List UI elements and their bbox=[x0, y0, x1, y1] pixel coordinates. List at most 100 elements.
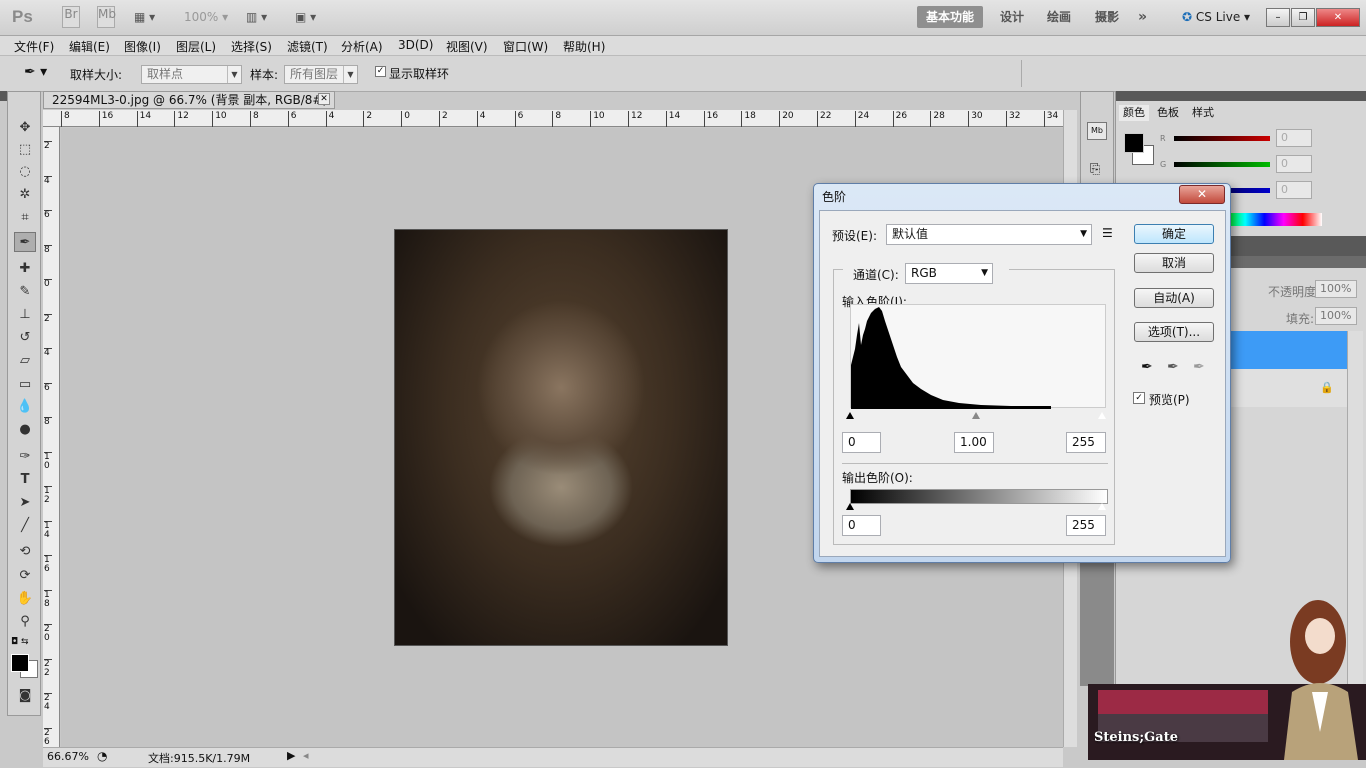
input-white-field[interactable]: 255 bbox=[1066, 432, 1106, 453]
layer-row-selected[interactable] bbox=[1231, 331, 1347, 369]
gradient-tool-icon[interactable]: ▭ bbox=[14, 375, 36, 395]
red-value-field[interactable]: 0 bbox=[1276, 129, 1312, 147]
tab-swatches[interactable]: 色板 bbox=[1153, 105, 1183, 121]
input-white-slider[interactable] bbox=[1098, 412, 1106, 419]
blue-value-field[interactable]: 0 bbox=[1276, 181, 1312, 199]
color-spectrum-bar[interactable] bbox=[1226, 213, 1322, 226]
view-extras-dropdown[interactable]: ▦ ▾ bbox=[134, 6, 155, 28]
green-value-field[interactable]: 0 bbox=[1276, 155, 1312, 173]
mini-bridge-button[interactable]: Mb bbox=[97, 6, 116, 28]
3d-rotate-tool-icon[interactable]: ⟲ bbox=[14, 542, 36, 562]
eyedropper-preset-icon[interactable]: ✒ ▾ bbox=[24, 64, 47, 80]
workspace-photography[interactable]: 摄影 bbox=[1095, 6, 1119, 28]
lasso-tool-icon[interactable]: ◌ bbox=[14, 162, 36, 182]
input-gamma-slider[interactable] bbox=[972, 412, 980, 419]
line-tool-icon[interactable]: ╱ bbox=[14, 516, 36, 536]
scroll-left-icon[interactable]: ◂ bbox=[303, 749, 309, 762]
document-tab[interactable]: 22594ML3-0.jpg @ 66.7% (背景 副本, RGB/8#) *… bbox=[43, 91, 335, 123]
pen-tool-icon[interactable]: ✑ bbox=[14, 447, 36, 467]
preset-options-icon[interactable]: ☰ bbox=[1102, 226, 1113, 240]
bridge-button[interactable]: Br bbox=[62, 6, 80, 28]
workspace-design[interactable]: 设计 bbox=[1000, 6, 1024, 28]
menu-edit[interactable]: 编辑(E) bbox=[69, 38, 110, 55]
output-white-field[interactable]: 255 bbox=[1066, 515, 1106, 536]
input-gamma-field[interactable]: 1.00 bbox=[954, 432, 994, 453]
close-document-icon[interactable]: ✕ bbox=[318, 93, 330, 105]
default-colors-icon[interactable]: ◘ ⇆ bbox=[11, 637, 29, 647]
magic-wand-tool-icon[interactable]: ✲ bbox=[14, 185, 36, 205]
green-slider[interactable] bbox=[1174, 162, 1270, 167]
more-workspaces-icon[interactable]: » bbox=[1138, 6, 1147, 28]
workspace-essentials[interactable]: 基本功能 bbox=[917, 6, 983, 28]
opacity-field[interactable]: 100% bbox=[1315, 280, 1357, 298]
foreground-color-swatch[interactable] bbox=[11, 654, 29, 672]
menu-analysis[interactable]: 分析(A) bbox=[341, 38, 383, 55]
blur-tool-icon[interactable]: 💧 bbox=[14, 397, 36, 417]
preset-select[interactable]: 默认值 ▼ bbox=[886, 224, 1092, 245]
show-ring-checkbox[interactable]: ✓ bbox=[375, 66, 386, 77]
mini-bridge-panel-icon[interactable]: Mb bbox=[1087, 122, 1107, 140]
path-selection-tool-icon[interactable]: ➤ bbox=[14, 493, 36, 513]
tab-styles[interactable]: 样式 bbox=[1188, 105, 1218, 121]
document-image[interactable] bbox=[394, 229, 728, 646]
tab-color[interactable]: 颜色 bbox=[1119, 105, 1149, 121]
history-brush-tool-icon[interactable]: ↺ bbox=[14, 328, 36, 348]
dialog-close-button[interactable]: ✕ bbox=[1179, 185, 1225, 204]
sample-size-select[interactable]: 取样点 ▼ bbox=[141, 65, 242, 84]
panel-header-bar[interactable] bbox=[1116, 91, 1366, 101]
clone-stamp-tool-icon[interactable]: ⊥ bbox=[14, 305, 36, 325]
menu-help[interactable]: 帮助(H) bbox=[563, 38, 605, 55]
menu-3d[interactable]: 3D(D) bbox=[398, 38, 433, 52]
minimize-button[interactable]: – bbox=[1266, 8, 1290, 27]
white-point-eyedropper-icon[interactable]: ✒ bbox=[1193, 359, 1205, 375]
preview-checkbox[interactable]: ✓ bbox=[1133, 392, 1145, 404]
brush-tool-icon[interactable]: ✎ bbox=[14, 282, 36, 302]
marquee-tool-icon[interactable]: ⬚ bbox=[14, 140, 36, 160]
3d-orbit-tool-icon[interactable]: ⟳ bbox=[14, 566, 36, 586]
options-button[interactable]: 选项(T)... bbox=[1134, 322, 1214, 342]
menu-select[interactable]: 选择(S) bbox=[231, 38, 272, 55]
crop-tool-icon[interactable]: ⌗ bbox=[14, 208, 36, 228]
foreground-color-swatch[interactable] bbox=[1124, 133, 1144, 153]
status-info-icon[interactable]: ◔ bbox=[97, 749, 107, 763]
healing-brush-tool-icon[interactable]: ✚ bbox=[14, 259, 36, 279]
status-menu-arrow-icon[interactable]: ▶ bbox=[287, 749, 295, 762]
type-tool-icon[interactable]: T bbox=[14, 470, 36, 490]
input-black-field[interactable]: 0 bbox=[842, 432, 881, 453]
status-zoom[interactable]: 66.67% bbox=[47, 750, 89, 763]
output-black-field[interactable]: 0 bbox=[842, 515, 881, 536]
menu-window[interactable]: 窗口(W) bbox=[503, 38, 548, 55]
menu-image[interactable]: 图像(I) bbox=[124, 38, 161, 55]
zoom-level-dropdown[interactable]: 100% ▾ bbox=[184, 6, 228, 28]
cancel-button[interactable]: 取消 bbox=[1134, 253, 1214, 273]
ok-button[interactable]: 确定 bbox=[1134, 224, 1214, 244]
move-tool-icon[interactable]: ✥ bbox=[14, 118, 36, 138]
menu-view[interactable]: 视图(V) bbox=[446, 38, 488, 55]
screen-mode-dropdown[interactable]: ▣ ▾ bbox=[295, 6, 316, 28]
gray-point-eyedropper-icon[interactable]: ✒ bbox=[1167, 359, 1179, 375]
eyedropper-tool-icon[interactable]: ✒ bbox=[14, 232, 36, 252]
close-window-button[interactable]: ✕ bbox=[1316, 8, 1360, 27]
channel-select[interactable]: RGB ▼ bbox=[905, 263, 993, 284]
cs-live-button[interactable]: ✪ CS Live ▾ bbox=[1182, 6, 1250, 28]
zoom-tool-icon[interactable]: ⚲ bbox=[14, 612, 36, 632]
eraser-tool-icon[interactable]: ▱ bbox=[14, 351, 36, 371]
history-panel-icon[interactable]: ⎘ bbox=[1090, 162, 1100, 177]
menu-file[interactable]: 文件(F) bbox=[14, 38, 54, 55]
output-black-slider[interactable] bbox=[846, 503, 854, 510]
input-black-slider[interactable] bbox=[846, 412, 854, 419]
menu-layer[interactable]: 图层(L) bbox=[176, 38, 216, 55]
workspace-painting[interactable]: 绘画 bbox=[1047, 6, 1071, 28]
auto-button[interactable]: 自动(A) bbox=[1134, 288, 1214, 308]
sample-select[interactable]: 所有图层 ▼ bbox=[284, 65, 358, 84]
maximize-button[interactable]: ❐ bbox=[1291, 8, 1315, 27]
menu-filter[interactable]: 滤镜(T) bbox=[287, 38, 328, 55]
quick-mask-icon[interactable]: ◙ bbox=[14, 686, 36, 706]
black-point-eyedropper-icon[interactable]: ✒ bbox=[1141, 359, 1153, 375]
red-slider[interactable] bbox=[1174, 136, 1270, 141]
fill-field[interactable]: 100% bbox=[1315, 307, 1357, 325]
hand-tool-icon[interactable]: ✋ bbox=[14, 589, 36, 609]
arrange-documents-dropdown[interactable]: ▥ ▾ bbox=[246, 6, 267, 28]
dodge-tool-icon[interactable]: ● bbox=[14, 420, 36, 440]
output-white-slider[interactable] bbox=[1098, 503, 1106, 510]
